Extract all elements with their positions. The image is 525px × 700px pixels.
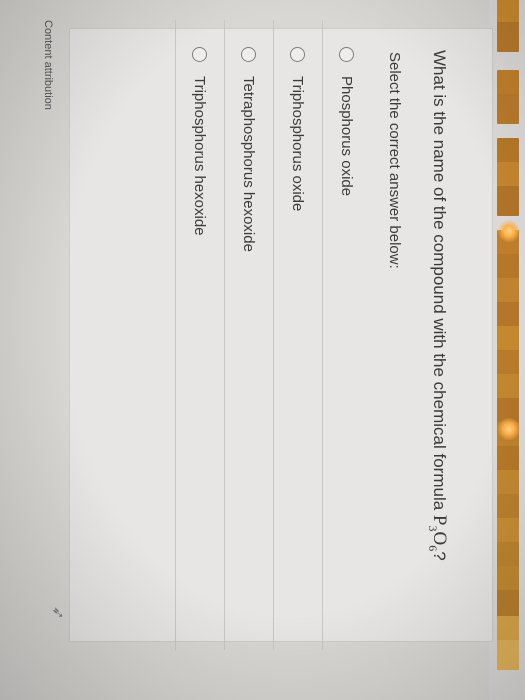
question-prefix: What is the name of the compound with th…: [430, 50, 449, 515]
question-suffix: ?: [430, 551, 449, 561]
question-text: What is the name of the compound with th…: [425, 50, 450, 561]
cursor-arrow-icon: ➶: [49, 606, 66, 620]
answer-option-label: Phosphorus oxide: [338, 76, 356, 197]
radio-empty-icon[interactable]: [339, 47, 355, 62]
radio-empty-icon[interactable]: [241, 47, 257, 62]
light-glare: [498, 418, 520, 440]
question-page: What is the name of the compound with th…: [0, 0, 525, 700]
answer-option-tetraphosphorus-hexoxide[interactable]: Tetraphosphorus hexoxide: [224, 20, 273, 650]
answer-option-triphosphorus-hexoxide[interactable]: Triphosphorus hexoxide: [175, 20, 224, 650]
radio-empty-icon[interactable]: [290, 47, 306, 62]
light-glare: [498, 220, 520, 242]
answer-option-label: Triphosphorus hexoxide: [191, 76, 209, 236]
answer-options: Phosphorus oxide Triphosphorus oxide Tet…: [175, 20, 371, 650]
formula-symbol-p: P: [429, 514, 450, 526]
answer-option-label: Triphosphorus oxide: [289, 76, 307, 212]
instructions-label: Select the correct answer below:: [386, 52, 403, 269]
content-attribution-link[interactable]: Content attribution: [42, 20, 54, 110]
answer-option-label: Tetraphosphorus hexoxide: [240, 76, 258, 252]
answer-option-phosphorus-oxide[interactable]: Phosphorus oxide: [322, 20, 371, 650]
screen-photo: { "question": { "prefix": "What is the n…: [0, 0, 525, 700]
radio-empty-icon[interactable]: [192, 47, 208, 62]
answer-option-triphosphorus-oxide[interactable]: Triphosphorus oxide: [273, 20, 322, 650]
formula-symbol-o: O: [429, 531, 450, 546]
chemical-formula: P3O6: [426, 514, 450, 551]
